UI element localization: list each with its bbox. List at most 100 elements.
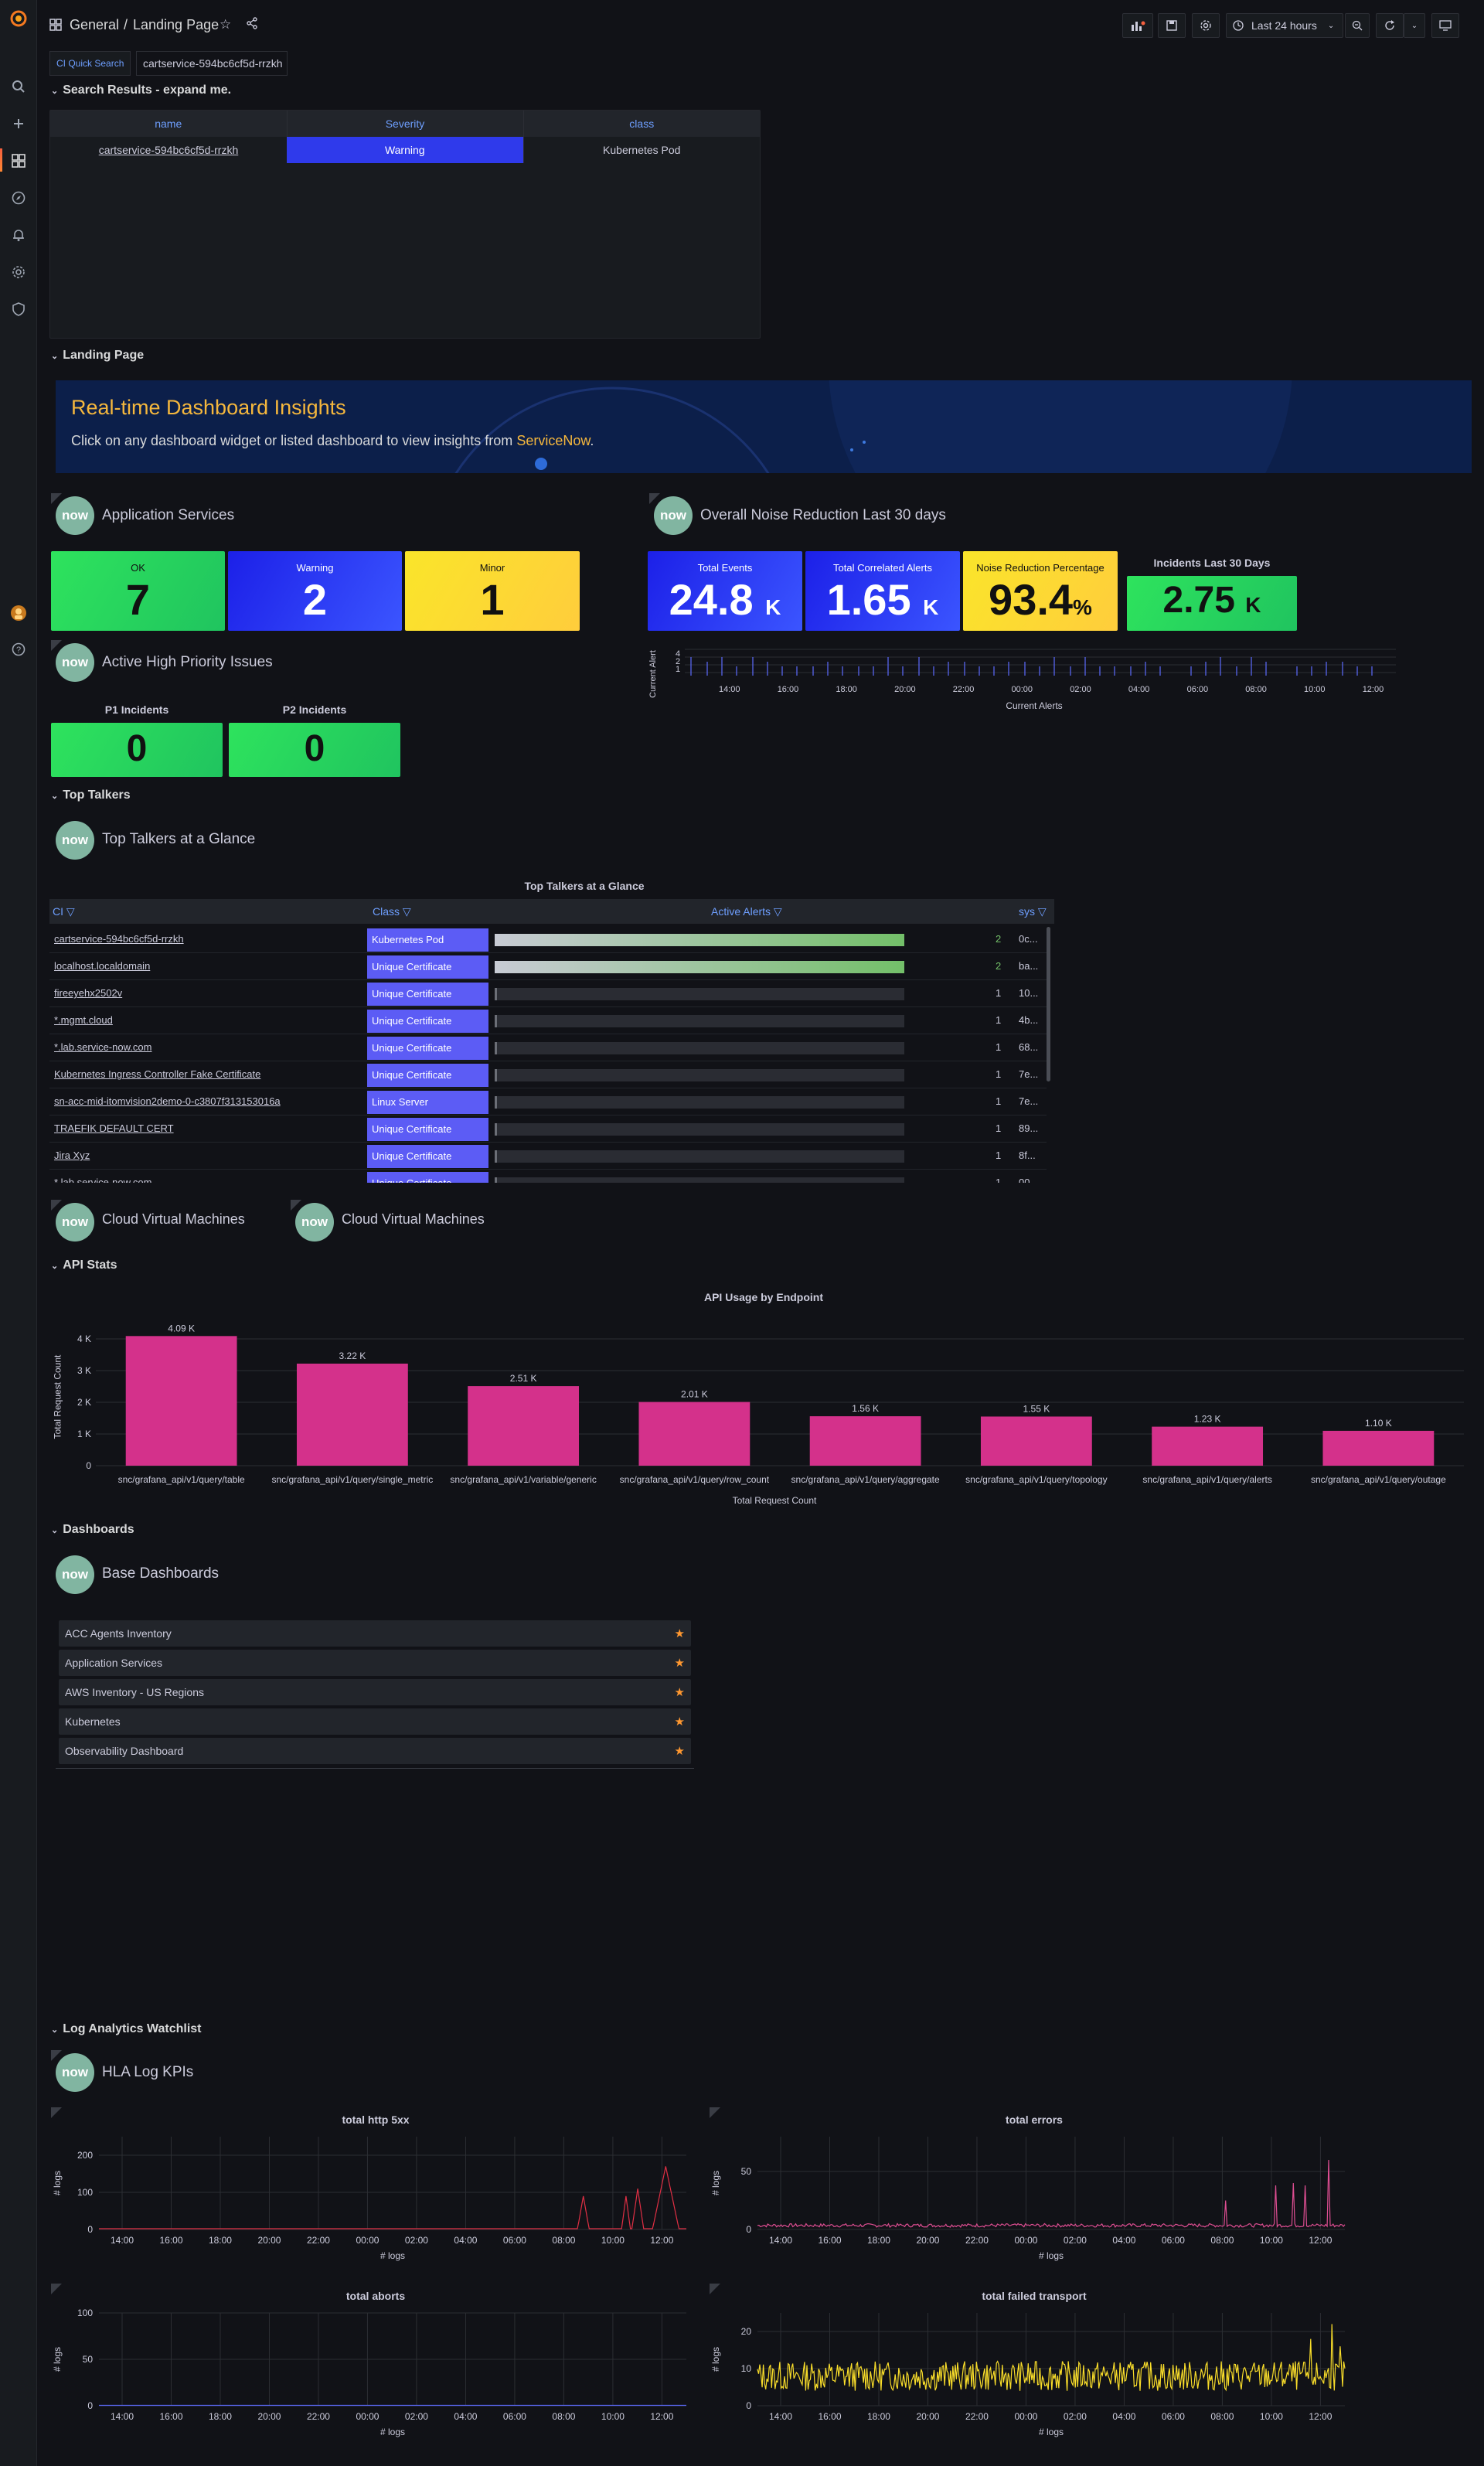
filter-icon[interactable]: ▽ (774, 905, 782, 918)
star-icon[interactable]: ★ (675, 1685, 685, 1699)
dashboard-list-item[interactable]: Application Services ★ (59, 1650, 691, 1676)
save-button[interactable] (1158, 13, 1186, 38)
class-cell: Unique Certificate (367, 1064, 488, 1087)
banner-title: Real-time Dashboard Insights (71, 396, 346, 419)
x-tick-label: 04:00 (454, 2235, 477, 2246)
bell-icon[interactable] (9, 226, 28, 244)
column-header-name[interactable]: name (50, 111, 287, 137)
breadcrumb-folder[interactable]: General (70, 17, 119, 33)
p1-label: P1 Incidents (104, 703, 169, 716)
breadcrumb-separator: / (124, 17, 128, 32)
class-cell: Unique Certificate (367, 955, 488, 979)
ci-link[interactable]: TRAEFIK DEFAULT CERT (54, 1122, 174, 1134)
column-header-ci[interactable]: CI ▽ (53, 905, 75, 918)
bar-value-label: 1.23 K (1194, 1414, 1221, 1425)
cell-name[interactable]: cartservice-594bc6cf5d-rrzkh (50, 137, 287, 163)
dashboard-list-item[interactable]: AWS Inventory - US Regions ★ (59, 1679, 691, 1705)
base-dashboards-title: Base Dashboards (102, 1565, 220, 1582)
row-title: Landing Page (63, 349, 145, 362)
star-icon[interactable]: ☆ (220, 17, 231, 32)
time-range-label: Last 24 hours (1251, 19, 1317, 32)
filter-icon[interactable]: ▽ (1038, 905, 1047, 918)
user-avatar-icon[interactable] (9, 604, 28, 622)
ci-link[interactable]: Jira Xyz (54, 1150, 90, 1161)
gear-icon[interactable] (9, 263, 28, 281)
stat-minor[interactable]: Minor 1 (405, 551, 580, 631)
row-landing-page[interactable]: ⌄ Landing Page (51, 349, 144, 363)
explore-icon[interactable] (9, 189, 28, 207)
class-cell: Unique Certificate (367, 983, 488, 1006)
star-icon[interactable]: ★ (675, 1626, 685, 1640)
row-search-results[interactable]: ⌄ Search Results - expand me. (51, 83, 231, 97)
stat-correlated-alerts[interactable]: Total Correlated Alerts 1.65 K (805, 551, 960, 631)
stat-incidents[interactable]: 2.75 K (1127, 576, 1297, 631)
column-header-class[interactable]: Class ▽ (373, 905, 411, 918)
row-api-stats[interactable]: ⌄ API Stats (51, 1259, 117, 1272)
stat-total-events[interactable]: Total Events 24.8 K (648, 551, 802, 631)
p2-label: P2 Incidents (282, 703, 347, 716)
ci-link[interactable]: *.lab.service-now.com (54, 1177, 151, 1183)
clock-icon (1233, 20, 1244, 31)
star-icon[interactable]: ★ (675, 1744, 685, 1758)
chart-http5xx: 0 100 200 14:00 16:00 18:00 20:00 22:00 00:00 02:… (52, 2137, 686, 2261)
row-top-talkers[interactable]: ⌄ Top Talkers (51, 789, 131, 802)
settings-button[interactable] (1192, 13, 1220, 38)
dashboard-list-item[interactable]: Kubernetes ★ (59, 1708, 691, 1735)
alerts-bar-bg (495, 1177, 904, 1183)
row-dashboards[interactable]: ⌄ Dashboards (51, 1523, 134, 1537)
ci-quick-search-input[interactable]: cartservice-594bc6cf5d-rrzkh (136, 51, 288, 76)
stat-p1[interactable]: 0 (51, 723, 223, 777)
search-icon[interactable] (9, 77, 28, 96)
zoom-out-button[interactable] (1345, 13, 1370, 38)
column-header-class[interactable]: class (522, 111, 760, 137)
column-header-label: sys (1019, 905, 1035, 918)
stat-warning[interactable]: Warning 2 (228, 551, 402, 631)
ci-link[interactable]: localhost.localdomain (54, 960, 150, 972)
dashboard-list-item[interactable]: Observability Dashboard ★ (59, 1738, 691, 1764)
filter-icon[interactable]: ▽ (66, 905, 75, 918)
ci-link[interactable]: cartservice-594bc6cf5d-rrzkh (99, 144, 239, 156)
ci-link[interactable]: fireeyehx2502v (54, 987, 122, 999)
x-tick-label: 10:00 (601, 2411, 625, 2422)
ci-link[interactable]: *.lab.service-now.com (54, 1041, 151, 1053)
servicenow-logo: now (56, 1555, 94, 1594)
x-tick-label: 12:00 (650, 2411, 673, 2422)
top-navigation: General / Landing Page ☆ Last 24 hours ⌄… (37, 0, 1484, 49)
shield-icon[interactable] (9, 300, 28, 318)
stat-ok[interactable]: OK 7 (51, 551, 225, 631)
ci-link[interactable]: cartservice-594bc6cf5d-rrzkh (54, 933, 184, 945)
time-picker-button[interactable]: Last 24 hours ⌄ (1226, 13, 1343, 38)
column-header-sys[interactable]: sys ▽ (1019, 905, 1047, 918)
breadcrumb-page[interactable]: Landing Page (133, 17, 219, 33)
share-icon[interactable] (246, 17, 258, 32)
y-axis-label: # logs (52, 2171, 63, 2195)
refresh-button[interactable] (1376, 13, 1404, 38)
dashboard-list-item[interactable]: ACC Agents Inventory ★ (59, 1620, 691, 1647)
stat-noise-reduction[interactable]: Noise Reduction Percentage 93.4% (963, 551, 1118, 631)
ci-link[interactable]: *.mgmt.cloud (54, 1014, 113, 1026)
star-icon[interactable]: ★ (675, 1715, 685, 1729)
row-log-analytics[interactable]: ⌄ Log Analytics Watchlist (51, 2022, 202, 2036)
ci-link[interactable]: Kubernetes Ingress Controller Fake Certi… (54, 1068, 260, 1080)
table-scrollbar[interactable] (1047, 927, 1050, 1081)
dashboards-icon[interactable] (9, 152, 28, 170)
refresh-interval-button[interactable]: ⌄ (1404, 13, 1425, 38)
row-title: Top Talkers (63, 789, 131, 802)
value-unit: % (1073, 595, 1092, 619)
y-tick-label: 100 (77, 2187, 93, 2198)
servicenow-link[interactable]: ServiceNow (516, 433, 590, 448)
table-row: fireeyehx2502v Unique Certificate 1 10..… (49, 981, 1047, 1007)
star-icon[interactable]: ★ (675, 1656, 685, 1670)
column-header-active-alerts[interactable]: Active Alerts ▽ (711, 905, 782, 918)
add-panel-button[interactable] (1122, 13, 1153, 38)
stat-p2[interactable]: 0 (229, 723, 400, 777)
plus-icon[interactable] (9, 114, 28, 133)
servicenow-logo: now (654, 496, 693, 535)
help-icon[interactable]: ? (9, 640, 28, 659)
tv-mode-button[interactable] (1431, 13, 1459, 38)
column-header-severity[interactable]: Severity (286, 111, 523, 137)
filter-icon[interactable]: ▽ (403, 905, 411, 918)
x-tick-label: 06:00 (1162, 2411, 1185, 2422)
grafana-logo-icon[interactable] (9, 9, 28, 28)
ci-link[interactable]: sn-acc-mid-itomvision2demo-0-c3807f31315… (54, 1095, 281, 1107)
